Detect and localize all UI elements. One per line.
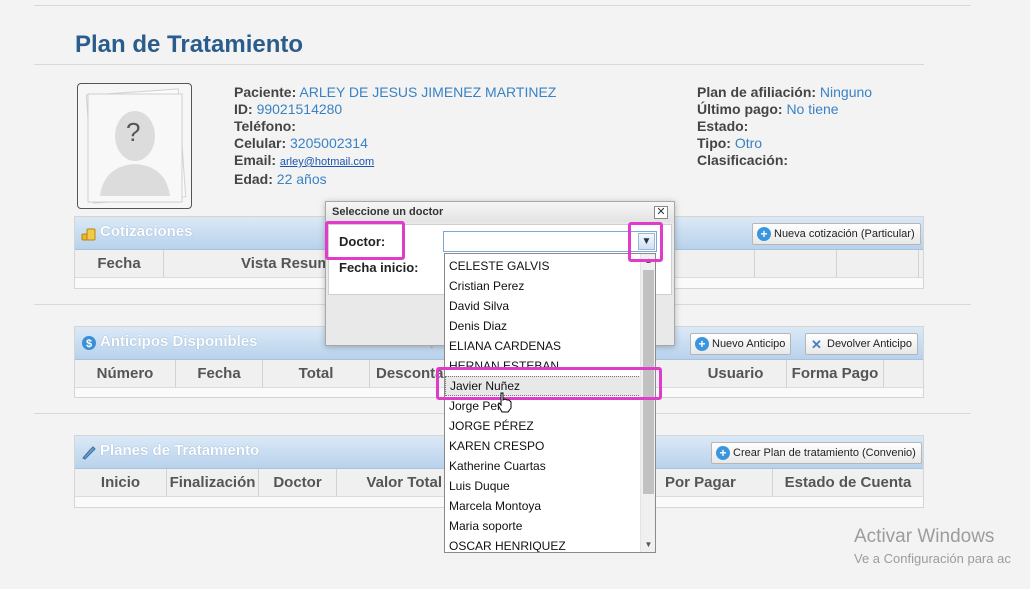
row-edad: Edad: 22 años [234, 171, 556, 188]
doctor-option[interactable]: JORGE PÉREZ [445, 416, 641, 436]
edad-label: Edad: [234, 171, 273, 187]
row-celular: Celular: 3205002314 [234, 135, 556, 152]
row-plan: Plan de afiliación: Ninguno [697, 84, 872, 101]
doctor-option[interactable]: KAREN CRESPO [445, 436, 641, 456]
row-telefono: Teléfono: [234, 118, 556, 135]
devolver-anticipo-button[interactable]: ✕ Devolver Anticipo [805, 333, 918, 355]
fecha-inicio-label: Fecha inicio: [339, 260, 419, 275]
doctor-option[interactable]: CELESTE GALVIS [445, 256, 641, 276]
plus-icon: + [716, 446, 730, 460]
coins-icon [81, 228, 96, 241]
crear-plan-label: Crear Plan de tratamiento (Convenio) [733, 447, 916, 459]
doctor-option[interactable]: OSCAR HENRIQUEZ [445, 536, 641, 552]
dental-tool-icon [82, 446, 96, 460]
activation-watermark-title: Activar Windows [854, 526, 995, 547]
cotizaciones-title: Cotizaciones [100, 223, 193, 240]
x-icon: ✕ [811, 337, 822, 352]
close-icon[interactable]: ✕ [654, 206, 668, 219]
planes-title: Planes de Tratamiento [100, 442, 260, 459]
col-inicio[interactable]: Inicio [75, 469, 167, 497]
col-por-pagar[interactable]: Por Pagar [655, 469, 773, 497]
col-empty-1 [675, 250, 755, 278]
dialog-title: Seleccione un doctor [326, 202, 674, 222]
patient-photo: ? [77, 83, 192, 209]
doctor-option[interactable]: Maria soporte [445, 516, 641, 536]
dollar-icon: $ [82, 336, 96, 350]
edad-value: 22 años [276, 171, 327, 187]
telefono-label: Teléfono: [234, 118, 296, 134]
celular-value: 3205002314 [290, 135, 368, 151]
dropdown-scrollbar[interactable]: ▲ ▼ [640, 254, 655, 552]
col-doctor[interactable]: Doctor [259, 469, 337, 497]
col-empty-2 [755, 250, 837, 278]
hand-cursor-icon [497, 392, 512, 413]
col-fecha[interactable]: Fecha [176, 360, 263, 388]
title-divider [34, 64, 924, 65]
doctor-dropdown-list[interactable]: CELESTE GALVIS Cristian Perez David Silv… [444, 253, 656, 553]
col-fecha[interactable]: Fecha [75, 250, 164, 278]
plan-value: Ninguno [819, 84, 873, 100]
anticipos-title: Anticipos Disponibles [100, 333, 258, 350]
svg-text:$: $ [86, 338, 92, 350]
ultimo-pago-value: No tiene [786, 101, 839, 117]
doctor-option[interactable]: ELIANA CARDENAS [445, 336, 641, 356]
photo-question-mark: ? [126, 117, 141, 147]
devolver-anticipo-label: Devolver Anticipo [827, 338, 912, 350]
plus-icon: + [695, 337, 709, 351]
col-estado-cuenta[interactable]: Estado de Cuenta [773, 469, 923, 497]
clasificacion-label: Clasificación: [697, 152, 789, 168]
doctor-option[interactable]: Katherine Cuartas [445, 456, 641, 476]
nuevo-anticipo-label: Nuevo Anticipo [712, 338, 786, 350]
estado-label: Estado: [697, 118, 749, 134]
doctor-option[interactable]: Luis Duque [445, 476, 641, 496]
row-ultimo-pago: Último pago: No tiene [697, 101, 872, 118]
row-tipo: Tipo: Otro [697, 135, 872, 152]
email-link[interactable]: arley@hotmail.com [280, 156, 374, 168]
highlight-dropdown-arrow [628, 222, 663, 262]
row-estado: Estado: [697, 118, 872, 135]
row-clasificacion: Clasificación: [697, 152, 872, 169]
page-title: Plan de Tratamiento [75, 31, 304, 58]
highlight-javier-option [436, 367, 662, 400]
col-valor-total[interactable]: Valor Total [337, 469, 447, 497]
nueva-cotizacion-label: Nueva cotización (Particular) [774, 228, 915, 240]
row-paciente: Paciente: ARLEY DE JESUS JIMENEZ MARTINE… [234, 84, 556, 101]
id-value: 99021514280 [256, 101, 343, 117]
patient-info-left: Paciente: ARLEY DE JESUS JIMENEZ MARTINE… [234, 84, 556, 188]
col-total[interactable]: Total [263, 360, 370, 388]
ultimo-pago-label: Último pago: [697, 101, 783, 117]
col-forma-pago[interactable]: Forma Pago [787, 360, 884, 388]
row-id: ID: 99021514280 [234, 101, 556, 118]
doctor-option[interactable]: Marcela Montoya [445, 496, 641, 516]
paciente-label: Paciente: [234, 84, 297, 100]
id-label: ID: [234, 101, 253, 117]
col-numero[interactable]: Número [75, 360, 176, 388]
highlight-doctor-label [325, 221, 405, 260]
paciente-value: ARLEY DE JESUS JIMENEZ MARTINEZ [299, 84, 557, 100]
activation-watermark-subtitle: Ve a Configuración para ac [854, 551, 1011, 566]
tipo-value: Otro [734, 135, 763, 151]
col-empty-3 [837, 250, 919, 278]
plus-icon: + [757, 227, 771, 241]
plan-label: Plan de afiliación: [697, 84, 817, 100]
celular-label: Celular: [234, 135, 287, 151]
row-email: Email: arley@hotmail.com [234, 152, 556, 171]
doctor-option[interactable]: Cristian Perez [445, 276, 641, 296]
doctor-select[interactable]: ▼ [443, 231, 657, 252]
patient-info-right: Plan de afiliación: Ninguno Último pago:… [697, 84, 872, 169]
tipo-label: Tipo: [697, 135, 731, 151]
doctor-option[interactable]: Denis Diaz [445, 316, 641, 336]
crear-plan-button[interactable]: + Crear Plan de tratamiento (Convenio) [711, 442, 922, 464]
top-divider [34, 5, 971, 6]
col-finalizacion[interactable]: Finalización [167, 469, 259, 497]
nueva-cotizacion-button[interactable]: + Nueva cotización (Particular) [752, 223, 921, 245]
col-usuario[interactable]: Usuario [685, 360, 787, 388]
nuevo-anticipo-button[interactable]: + Nuevo Anticipo [690, 333, 792, 355]
scroll-down-icon[interactable]: ▼ [641, 538, 655, 552]
doctor-option[interactable]: David Silva [445, 296, 641, 316]
email-label: Email: [234, 152, 277, 168]
